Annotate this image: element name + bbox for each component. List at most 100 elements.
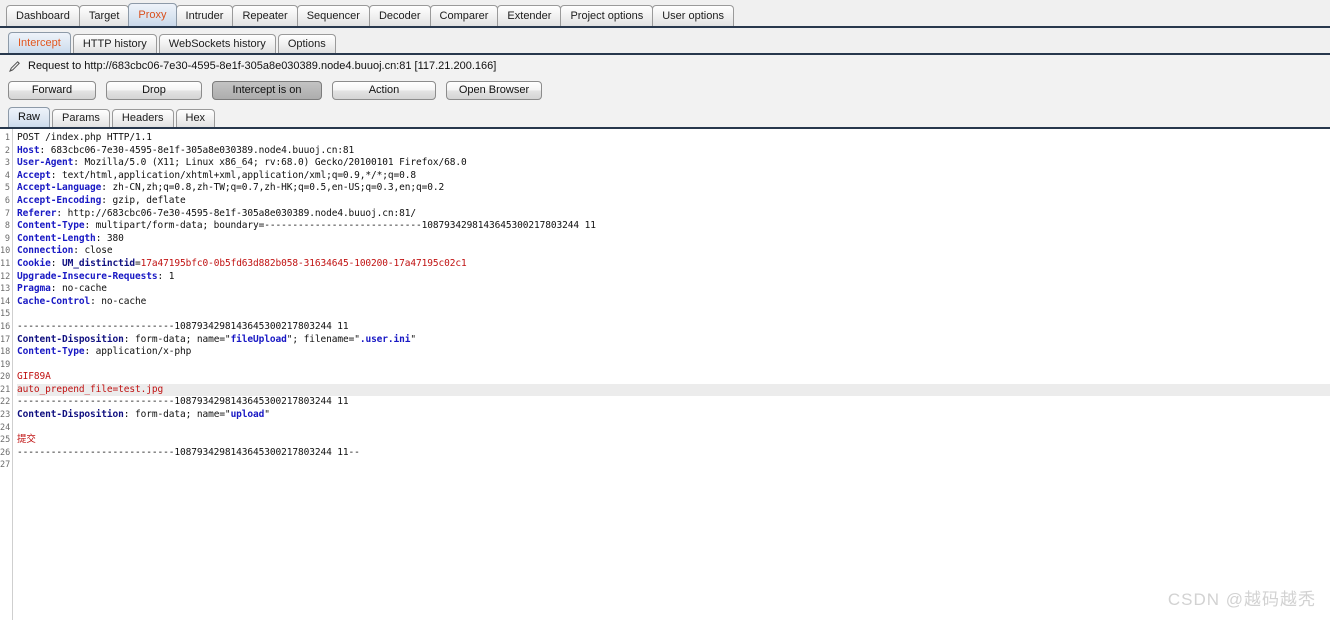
request-line[interactable]: Content-Length: 380	[17, 233, 1330, 246]
main-tab-user-options[interactable]: User options	[652, 5, 734, 26]
request-line[interactable]: auto_prepend_file=test.jpg	[17, 383, 1330, 397]
request-target-text: Request to http://683cbc06-7e30-4595-8e1…	[28, 60, 497, 72]
forward-button[interactable]: Forward	[8, 80, 96, 100]
request-line[interactable]: Cookie: UM_distinctid=17a47195bfc0-0b5fd…	[17, 258, 1330, 271]
message-view-tab-headers[interactable]: Headers	[111, 109, 174, 127]
request-token: : 1	[157, 270, 175, 282]
raw-request-editor[interactable]: 1 2 3 4 5 6 7 8 9 10 11 12 13 14 15 16 17 18 19 20 21 22 23 24 2…	[0, 129, 1330, 620]
request-line[interactable]: 提交	[17, 434, 1330, 447]
request-line[interactable]: Pragma: no-cache	[17, 283, 1330, 296]
intercept-toggle-button[interactable]: Intercept is on	[212, 80, 322, 100]
line-number: 13	[0, 284, 11, 295]
main-tab-intruder[interactable]: Intruder	[175, 5, 234, 26]
request-info-bar: Request to http://683cbc06-7e30-4595-8e1…	[0, 55, 1330, 77]
main-tab-decoder[interactable]: Decoder	[368, 5, 431, 26]
proxy-sub-tab-bar: Intercept HTTP history WebSockets history O…	[0, 28, 1330, 55]
request-line[interactable]: ----------------------------108793429814…	[17, 321, 1330, 334]
drop-button[interactable]: Drop	[106, 80, 202, 100]
request-token: Upgrade-Insecure-Requests	[17, 270, 158, 282]
request-token: Accept-Language	[17, 182, 102, 194]
main-tab-target[interactable]: Target	[78, 5, 130, 26]
request-line[interactable]: Referer: http://683cbc06-7e30-4595-8e1f-…	[17, 208, 1330, 221]
request-line[interactable]	[17, 459, 1330, 472]
request-line[interactable]: Accept-Language: zh-CN,zh;q=0.8,zh-TW;q=…	[17, 182, 1330, 195]
line-number: 10	[0, 246, 11, 257]
request-token: upload	[230, 409, 265, 421]
line-number-gutter: 1 2 3 4 5 6 7 8 9 10 11 12 13 14 15 16 17 18 19 20 21 22 23 24 2…	[0, 129, 13, 620]
request-token: POST /index.php HTTP/1.1	[17, 132, 152, 143]
request-token: : 683cbc06-7e30-4595-8e1f-305a8e030389.n…	[39, 144, 355, 156]
request-token: : form-data; name="	[123, 409, 231, 421]
request-token: Accept-Encoding	[17, 194, 102, 206]
request-line[interactable]: Content-Disposition: form-data; name="up…	[17, 409, 1330, 422]
main-tab-extender[interactable]: Extender	[497, 5, 562, 26]
message-view-tab-params[interactable]: Params	[52, 109, 110, 127]
request-token: Referer	[17, 207, 57, 219]
request-line[interactable]: ----------------------------108793429814…	[17, 447, 1330, 460]
request-token: fileUpload	[230, 333, 287, 345]
request-line[interactable]: Content-Type: multipart/form-data; bound…	[17, 220, 1330, 233]
main-tab-repeater[interactable]: Repeater	[232, 5, 298, 26]
request-line[interactable]	[17, 308, 1330, 321]
request-token: : 380	[95, 232, 124, 244]
main-tab-proxy[interactable]: Proxy	[128, 3, 177, 26]
request-text-area[interactable]: POST /index.php HTTP/1.1 Host: 683cbc06-7…	[13, 129, 1330, 620]
line-number: 14	[0, 296, 11, 307]
request-line[interactable]: Upgrade-Insecure-Requests: 1	[17, 271, 1330, 284]
line-number: 3	[4, 158, 10, 169]
request-line[interactable]: Connection: close	[17, 245, 1330, 258]
request-line[interactable]: Accept: text/html,application/xhtml+xml,…	[17, 170, 1330, 183]
main-tab-project-options[interactable]: Project options	[560, 5, 654, 26]
burp-suite-window: Dashboard Target Proxy Intruder Repeater Sequ…	[0, 0, 1330, 620]
request-token: Pragma	[17, 283, 51, 295]
request-line[interactable]: POST /index.php HTTP/1.1	[17, 132, 1330, 145]
request-token: Content-Type	[17, 220, 85, 232]
intercept-action-bar: Forward Drop Intercept is on Action Open Bro…	[0, 77, 1330, 103]
proxy-sub-tab-intercept[interactable]: Intercept	[8, 32, 71, 53]
request-token: "	[264, 409, 270, 421]
request-line[interactable]: ----------------------------108793429814…	[17, 396, 1330, 409]
request-token: 17a47195bfc0-0b5fd63d882b058-31634645-10…	[140, 257, 467, 269]
proxy-sub-tab-http-history[interactable]: HTTP history	[72, 34, 157, 53]
line-number: 26	[0, 447, 11, 458]
request-token: : multipart/form-data; boundary=--------…	[84, 220, 596, 232]
request-token: ----------------------------108793429814…	[17, 396, 349, 408]
line-number: 18	[0, 347, 11, 358]
main-tab-sequencer[interactable]: Sequencer	[296, 5, 370, 26]
line-number: 2	[4, 145, 10, 156]
request-line[interactable]: Content-Disposition: form-data; name="fi…	[17, 334, 1330, 347]
request-token: Content-Disposition	[17, 409, 124, 421]
line-number: 1	[4, 133, 10, 143]
request-line[interactable]	[17, 359, 1330, 372]
line-number: 27	[0, 460, 11, 471]
request-token: Content-Type	[17, 346, 85, 358]
request-token: Connection	[17, 245, 74, 257]
request-line[interactable]	[17, 422, 1330, 435]
line-number: 8	[4, 221, 10, 232]
line-number: 7	[4, 208, 10, 219]
message-view-tab-bar: Raw Params Headers Hex	[0, 103, 1330, 129]
request-line[interactable]: Cache-Control: no-cache	[17, 296, 1330, 309]
open-browser-button[interactable]: Open Browser	[446, 80, 542, 100]
request-token: : no-cache	[90, 295, 147, 307]
request-line[interactable]: Host: 683cbc06-7e30-4595-8e1f-305a8e0303…	[17, 145, 1330, 158]
request-line[interactable]: GIF89A	[17, 371, 1330, 384]
request-line[interactable]: Accept-Encoding: gzip, deflate	[17, 195, 1330, 208]
line-number: 4	[4, 170, 10, 181]
message-view-tab-raw[interactable]: Raw	[8, 107, 51, 127]
main-tab-dashboard[interactable]: Dashboard	[6, 5, 80, 26]
message-view-tab-hex[interactable]: Hex	[175, 109, 216, 127]
proxy-sub-tab-options[interactable]: Options	[277, 34, 336, 53]
request-token: 提交	[17, 434, 36, 446]
main-tab-bar: Dashboard Target Proxy Intruder Repeater Sequ…	[0, 0, 1330, 28]
main-tab-comparer[interactable]: Comparer	[429, 5, 499, 26]
request-token: auto_prepend_file=test.jpg	[17, 383, 164, 395]
request-token: UM_distinctid	[61, 257, 136, 269]
request-line[interactable]: Content-Type: application/x-php	[17, 346, 1330, 359]
action-button[interactable]: Action	[332, 80, 436, 100]
line-number: 15	[0, 309, 11, 320]
proxy-sub-tab-websockets-history[interactable]: WebSockets history	[158, 34, 276, 53]
line-number: 24	[0, 422, 11, 433]
pencil-icon	[8, 59, 22, 73]
request-line[interactable]: User-Agent: Mozilla/5.0 (X11; Linux x86_…	[17, 157, 1330, 170]
